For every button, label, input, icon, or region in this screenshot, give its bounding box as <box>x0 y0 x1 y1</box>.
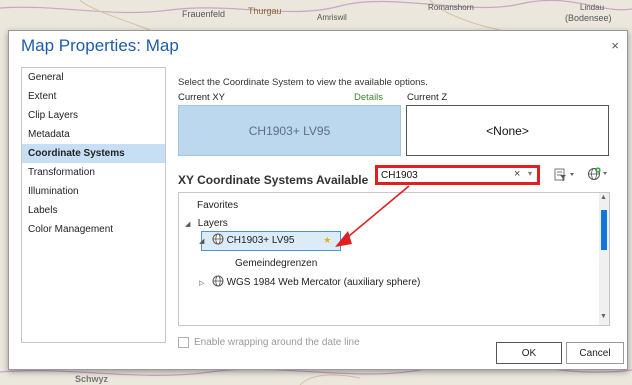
map-label-schwyz: Schwyz <box>75 374 109 384</box>
map-label-frauenfeld: Frauenfeld <box>182 9 226 19</box>
map-label-thurgau: Thurgau <box>248 6 282 16</box>
map-label-amriswil: Amriswil <box>317 13 347 22</box>
map-label-lindau: Lindau <box>580 3 605 12</box>
map-label-bodensee: (Bodensee) <box>565 13 612 23</box>
ok-button[interactable]: OK <box>496 342 562 364</box>
map-properties-dialog: Map Properties: Map × General Extent Cli… <box>8 30 628 370</box>
cancel-button[interactable]: Cancel <box>566 342 624 364</box>
map-label-romanshorn: Romanshorn <box>428 3 474 12</box>
annotation-arrow <box>335 185 410 247</box>
